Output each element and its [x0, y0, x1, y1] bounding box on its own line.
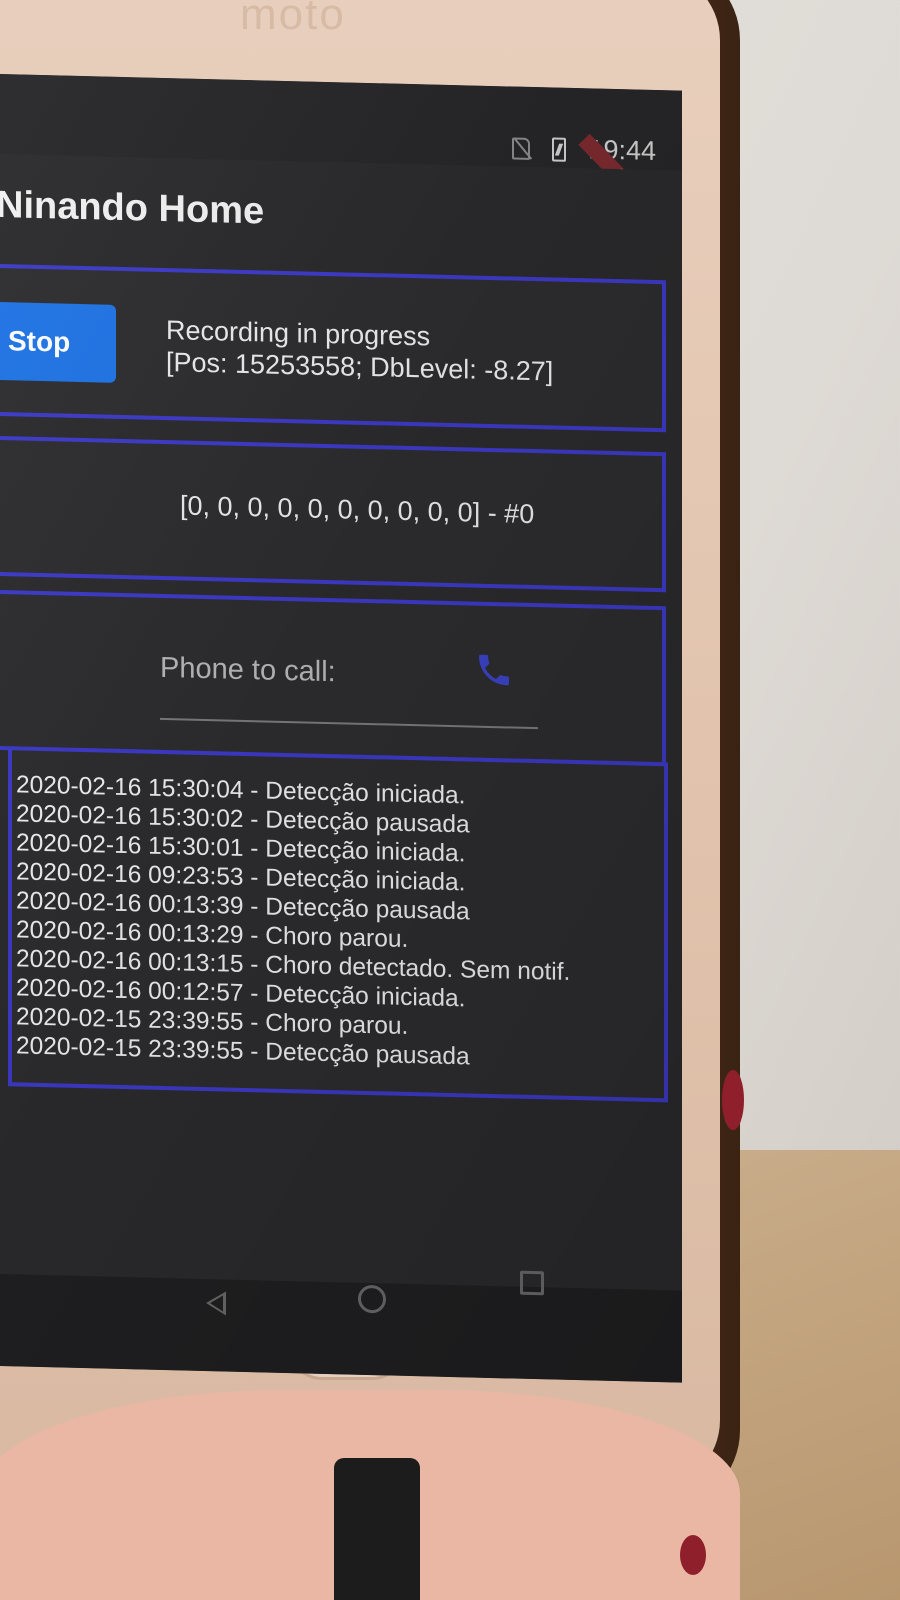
fingernail	[722, 1070, 744, 1130]
levels-panel: [0, 0, 0, 0, 0, 0, 0, 0, 0, 0] - #0	[0, 435, 666, 593]
battery-charging-icon	[552, 137, 567, 162]
app-title: Ninando Home	[0, 183, 265, 233]
usb-cable	[334, 1458, 420, 1600]
back-icon[interactable]	[206, 1291, 226, 1316]
event-log-panel: 2020-02-16 15:30:04 - Detecção iniciada.…	[8, 746, 668, 1103]
recent-apps-icon[interactable]	[520, 1270, 544, 1296]
fingernail	[680, 1535, 706, 1575]
levels-readout: [0, 0, 0, 0, 0, 0, 0, 0, 0, 0] - #0	[180, 490, 535, 530]
phone-screen: 19:44 DEBUG Ninando Home Stop Recording …	[0, 74, 682, 1383]
app-bar: Ninando Home	[0, 154, 682, 281]
brand-logo: moto	[240, 0, 346, 39]
home-icon[interactable]	[358, 1284, 386, 1314]
system-nav-bar	[0, 1270, 682, 1383]
no-sim-icon	[512, 137, 531, 160]
stop-button[interactable]: Stop	[0, 301, 116, 383]
recording-status: Recording in progress [Pos: 15253558; Db…	[166, 314, 553, 387]
phone-icon[interactable]	[474, 650, 514, 691]
phone-input-placeholder: Phone to call:	[160, 651, 336, 689]
event-log-list: 2020-02-16 15:30:04 - Detecção iniciada.…	[16, 770, 570, 1074]
recording-panel: Stop Recording in progress [Pos: 1525355…	[0, 263, 666, 433]
phone-panel: Phone to call:	[0, 589, 666, 767]
